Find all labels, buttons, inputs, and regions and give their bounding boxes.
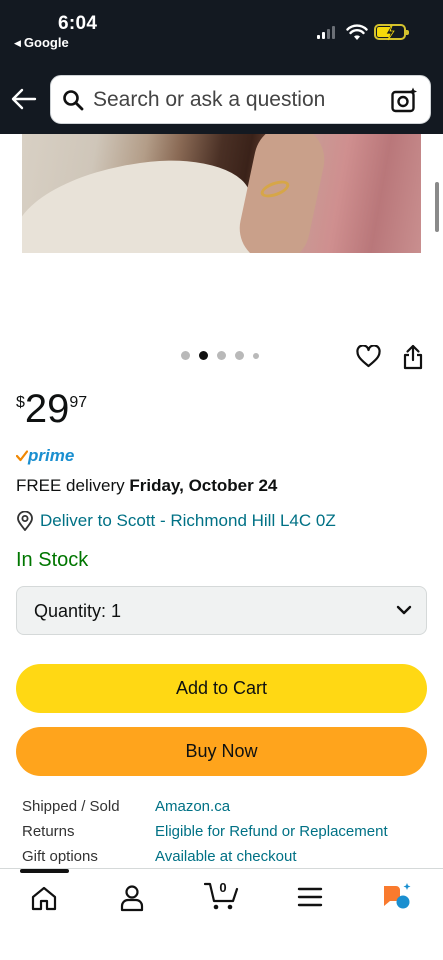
carousel-dot[interactable] <box>235 351 244 360</box>
back-app-label: Google <box>23 35 69 50</box>
chevron-down-icon <box>396 605 412 615</box>
page-scrollbar[interactable] <box>435 182 439 232</box>
info-value-link[interactable]: Amazon.ca <box>155 797 230 822</box>
price-currency: $ <box>16 394 25 411</box>
home-icon[interactable] <box>30 885 58 911</box>
quantity-select[interactable]: Quantity: 1 <box>16 586 427 635</box>
deliver-to-link[interactable]: Deliver to Scott - Richmond Hill L4C 0Z <box>16 511 336 531</box>
carousel-dot[interactable] <box>199 351 208 360</box>
wifi-icon <box>346 24 368 40</box>
active-tab-indicator <box>20 869 69 873</box>
back-triangle-icon: ◀ <box>14 38 21 48</box>
stock-status: In Stock <box>16 549 89 571</box>
info-value-link[interactable]: Eligible for Refund or Replacement <box>155 822 388 847</box>
back-to-app-link[interactable]: ◀ Google <box>14 35 69 50</box>
carousel-dot[interactable] <box>217 351 226 360</box>
bottom-nav: 0 <box>0 868 443 960</box>
share-icon[interactable] <box>402 344 424 370</box>
info-row-returns: Returns Eligible for Refund or Replaceme… <box>22 822 388 847</box>
price-whole: 29 <box>24 387 70 431</box>
info-row-shipped: Shipped / Sold Amazon.ca <box>22 797 388 822</box>
add-to-cart-button[interactable]: Add to Cart <box>16 664 427 713</box>
account-icon[interactable] <box>119 884 145 912</box>
carousel-dot[interactable] <box>181 351 190 360</box>
info-key: Returns <box>22 823 75 840</box>
info-key: Shipped / Sold <box>22 798 120 815</box>
back-arrow-icon[interactable] <box>11 88 37 110</box>
price: $ 29 97 <box>16 388 87 430</box>
battery-icon <box>374 24 409 41</box>
cellular-signal-icon <box>317 26 335 39</box>
carousel-dot[interactable] <box>253 352 259 359</box>
delivery-info: FREE delivery Friday, October 24 <box>16 476 277 496</box>
heart-icon[interactable] <box>356 345 381 368</box>
camera-search-icon[interactable] <box>390 86 418 114</box>
app-header: 6:04 ◀ Google Search or ask a question <box>0 0 443 134</box>
delivery-date: Friday, October 24 <box>129 476 278 495</box>
search-icon <box>63 90 84 111</box>
status-time: 6:04 <box>58 13 98 34</box>
cart-button[interactable]: 0 <box>203 879 240 916</box>
search-placeholder: Search or ask a question <box>93 88 326 111</box>
prime-check-icon <box>16 450 28 462</box>
quantity-label: Quantity: 1 <box>34 601 122 621</box>
cart-count: 0 <box>219 880 227 895</box>
buy-now-button[interactable]: Buy Now <box>16 727 427 776</box>
menu-icon[interactable] <box>297 886 323 908</box>
prime-label: prime <box>28 446 75 465</box>
price-fraction: 97 <box>69 394 88 411</box>
location-pin-icon <box>17 511 33 531</box>
search-input[interactable]: Search or ask a question <box>50 75 431 124</box>
rufus-assistant-icon[interactable] <box>381 882 413 912</box>
seller-info: Shipped / Sold Amazon.ca Returns Eligibl… <box>22 797 388 872</box>
deliver-to-label: Deliver to Scott - Richmond Hill L4C 0Z <box>40 511 336 530</box>
image-carousel-dots[interactable] <box>181 351 259 360</box>
prime-badge: prime <box>16 446 74 466</box>
product-image[interactable] <box>22 134 421 253</box>
delivery-prefix: FREE delivery <box>16 476 130 495</box>
